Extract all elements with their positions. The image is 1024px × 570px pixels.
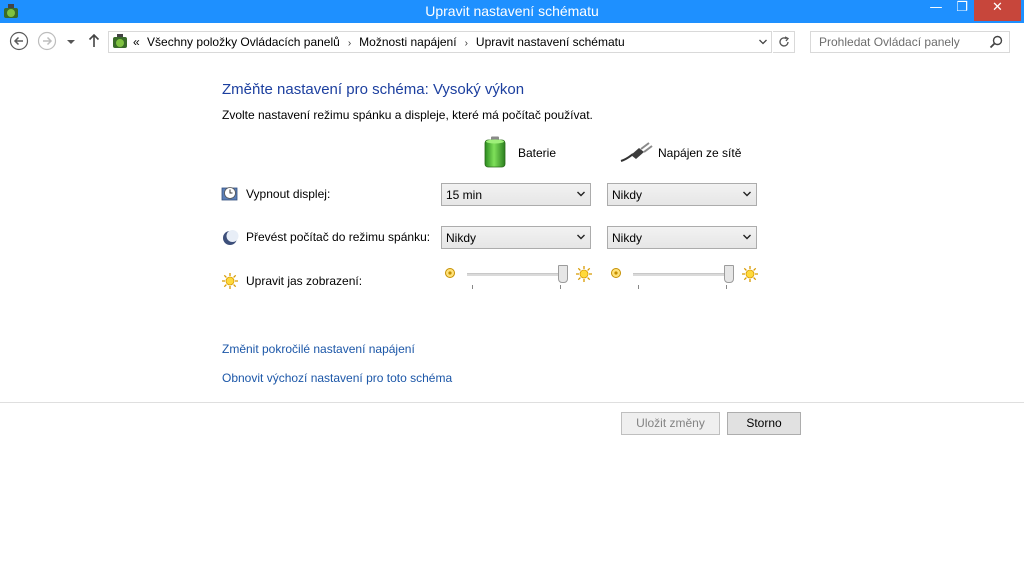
refresh-icon <box>778 36 789 47</box>
page-subtitle: Zvolte nastavení režimu spánku a displej… <box>222 108 593 122</box>
slider-thumb[interactable] <box>558 265 568 283</box>
breadcrumb-separator[interactable]: › <box>465 38 468 49</box>
display-timer-icon <box>221 187 238 201</box>
save-changes-button[interactable]: Uložit změny <box>621 412 720 435</box>
brightness-plugged-slider[interactable] <box>609 265 761 291</box>
restore-defaults-link[interactable]: Obnovit výchozí nastavení pro toto schém… <box>222 371 452 385</box>
control-panel-icon <box>113 34 127 48</box>
close-button[interactable]: ✕ <box>974 0 1021 21</box>
back-arrow-icon[interactable] <box>9 31 29 51</box>
slider-track[interactable] <box>633 273 729 276</box>
battery-icon <box>484 136 506 168</box>
slider-tick <box>726 285 727 289</box>
address-bar[interactable]: « Všechny položky Ovládacích panelů › Možn… <box>108 31 772 53</box>
chevron-down-icon <box>577 234 585 240</box>
slider-track[interactable] <box>467 273 563 276</box>
display-off-battery-select[interactable]: 15 min <box>441 183 591 206</box>
slider-thumb[interactable] <box>724 265 734 283</box>
maximize-button[interactable]: ❐ <box>950 0 974 21</box>
breadcrumb-power-options[interactable]: Možnosti napájení <box>359 35 456 49</box>
window-title: Upravit nastavení schématu <box>425 3 599 19</box>
cancel-button[interactable]: Storno <box>727 412 801 435</box>
sleep-battery-select[interactable]: Nikdy <box>441 226 591 249</box>
minimize-button[interactable]: — <box>922 0 950 21</box>
column-header-battery: Baterie <box>518 146 557 160</box>
advanced-settings-link[interactable]: Změnit pokročilé nastavení napájení <box>222 342 415 356</box>
chevron-down-icon <box>577 191 585 197</box>
breadcrumb: « Všechny položky Ovládacích panelů › Možn… <box>133 35 629 49</box>
brightness-battery-slider[interactable] <box>443 265 595 291</box>
dim-sun-icon <box>445 268 455 278</box>
display-off-plugged-select[interactable]: Nikdy <box>607 183 757 206</box>
breadcrumb-separator[interactable]: › <box>348 38 351 49</box>
dim-sun-icon <box>611 268 621 278</box>
search-box[interactable]: Prohledat Ovládací panely <box>810 31 1010 53</box>
breadcrumb-overflow[interactable]: « <box>133 35 140 49</box>
recent-locations-chevron-icon[interactable] <box>64 31 78 51</box>
search-input[interactable]: Prohledat Ovládací panely <box>819 35 960 49</box>
slider-tick <box>472 285 473 289</box>
search-icon[interactable] <box>989 35 1003 49</box>
bright-sun-icon <box>742 266 758 282</box>
slider-tick <box>638 285 639 289</box>
brightness-sun-icon <box>222 273 238 289</box>
address-dropdown-chevron-icon[interactable] <box>758 35 768 49</box>
column-header-plugged-in: Napájen ze sítě <box>658 146 742 160</box>
forward-arrow-icon[interactable] <box>37 31 57 51</box>
power-plug-icon <box>620 142 653 162</box>
chevron-down-icon <box>743 191 751 197</box>
brightness-label: Upravit jas zobrazení: <box>246 274 363 288</box>
breadcrumb-all-control-panel-items[interactable]: Všechny položky Ovládacích panelů <box>147 35 340 49</box>
page-title: Změňte nastavení pro schéma: Vysoký výko… <box>222 81 525 98</box>
display-off-plugged-value: Nikdy <box>612 188 643 202</box>
up-arrow-icon[interactable] <box>86 31 102 51</box>
sleep-label: Převést počítač do režimu spánku: <box>246 230 431 244</box>
bright-sun-icon <box>576 266 592 282</box>
breadcrumb-edit-plan-settings[interactable]: Upravit nastavení schématu <box>476 35 625 49</box>
chevron-down-icon <box>743 234 751 240</box>
slider-tick <box>560 285 561 289</box>
display-off-battery-value: 15 min <box>446 188 483 202</box>
sleep-plugged-value: Nikdy <box>612 231 643 245</box>
title-bar: Upravit nastavení schématu — ❐ ✕ <box>0 0 1024 23</box>
navigation-bar: « Všechny položky Ovládacích panelů › Možn… <box>0 23 1024 59</box>
refresh-button[interactable] <box>773 31 795 53</box>
divider <box>0 402 1024 403</box>
sleep-plugged-select[interactable]: Nikdy <box>607 226 757 249</box>
sleep-battery-value: Nikdy <box>446 231 477 245</box>
display-off-label: Vypnout displej: <box>246 187 331 201</box>
sleep-moon-icon <box>223 230 239 245</box>
